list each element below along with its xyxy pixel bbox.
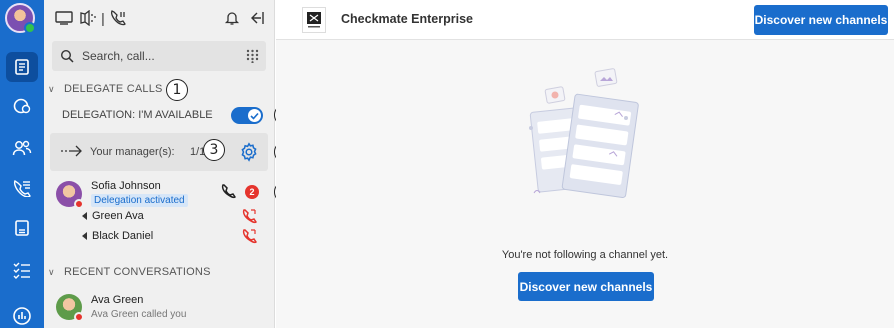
delegated-contact-name: Green Ava [92,210,144,222]
nav-rail [0,0,44,328]
empty-channels-illustration [529,68,639,198]
phone-forward-icon[interactable] [109,6,129,30]
missed-calls-badge: 2 [245,185,259,199]
search-bar[interactable]: Search, call... [52,41,266,71]
rail-analytics-icon[interactable] [0,296,44,328]
manager-label: Your manager(s): [90,146,175,158]
recent-conversations-label: RECENT CONVERSATIONS [64,266,211,278]
delegate-calls-header[interactable]: ∨ DELEGATE CALLS [48,83,163,95]
panel-toolbar: | [54,6,264,30]
toggle-check-icon [248,109,261,122]
triangle-left-icon [82,212,87,220]
delegation-toggle[interactable] [231,107,263,124]
empty-state-message: You're not following a channel yet. [501,249,669,261]
toolbar-divider: | [101,10,105,26]
triangle-left-icon [82,232,87,240]
main-area: Checkmate Enterprise Discover new channe… [276,0,894,328]
chevron-down-icon: ∨ [48,266,55,277]
busy-status-icon [74,199,84,209]
search-icon [60,49,74,63]
delegation-activated-tag: Delegation activated [91,194,188,207]
collapse-icon[interactable] [246,6,266,30]
recent-conversations-header[interactable]: ∨ RECENT CONVERSATIONS [48,266,211,278]
rail-contacts-book-icon[interactable] [0,47,44,87]
headset-icon[interactable] [78,6,98,30]
delegate-calls-label: DELEGATE CALLS [64,83,163,95]
manager-row[interactable]: Your manager(s): 1/1 [50,133,268,171]
forward-arrow-icon [61,145,82,157]
contact-name[interactable]: Sofia Johnson [91,180,161,192]
phone-icon[interactable] [221,184,236,199]
busy-status-icon [74,312,84,322]
side-panel: | Search, call... ∨ DELEGATE CALLS DELEG… [44,0,275,328]
rail-document-icon[interactable] [0,208,44,248]
settings-gear-icon[interactable] [239,142,259,162]
discover-channels-center-button[interactable]: Discover new channels [518,272,654,301]
delegated-contact-row[interactable]: Green Ava [82,210,144,222]
contact-avatar[interactable] [56,181,84,209]
recent-contact-subtext: Ava Green called you [91,309,187,320]
monitor-icon[interactable] [54,6,74,30]
recent-contact-name[interactable]: Ava Green [91,294,143,306]
contact-avatar[interactable] [56,294,84,322]
rail-dial-history-icon[interactable] [0,86,44,126]
discover-channels-button[interactable]: Discover new channels [754,5,888,35]
delegation-status-label: DELEGATION: I'M AVAILABLE [62,109,213,121]
main-header: Checkmate Enterprise Discover new channe… [276,0,894,40]
user-avatar[interactable] [5,3,36,34]
search-input[interactable]: Search, call... [82,49,155,63]
incoming-call-icon[interactable] [242,209,257,224]
delegated-contact-name: Black Daniel [92,230,154,242]
chevron-down-icon: ∨ [48,83,55,94]
online-status-icon [24,22,36,34]
dialpad-icon[interactable] [246,49,259,63]
rail-people-icon[interactable] [0,128,44,168]
company-logo [302,7,326,33]
callout-marker: 1 [166,79,188,101]
rail-tasks-icon[interactable] [0,250,44,290]
incoming-call-icon[interactable] [242,229,257,244]
rail-call-log-icon[interactable] [0,168,44,208]
callout-marker: 3 [203,139,225,161]
company-name: Checkmate Enterprise [341,12,474,26]
bell-icon[interactable] [222,6,242,30]
app-window: | Search, call... ∨ DELEGATE CALLS DELEG… [0,0,894,328]
delegated-contact-row[interactable]: Black Daniel [82,230,153,242]
